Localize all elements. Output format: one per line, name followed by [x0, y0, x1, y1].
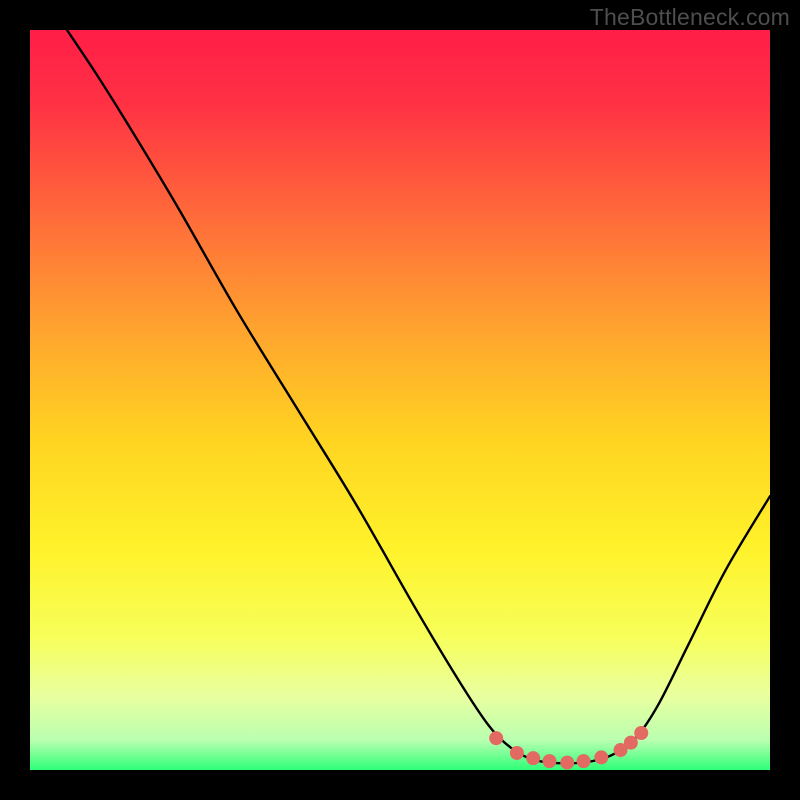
chart-plot [0, 0, 800, 800]
sweet-spot-dot [560, 756, 574, 770]
sweet-spot-dot [634, 726, 648, 740]
sweet-spot-dot [489, 731, 503, 745]
chart-frame: { "watermark": "TheBottleneck.com", "cha… [0, 0, 800, 800]
sweet-spot-dot [594, 750, 608, 764]
sweet-spot-dot [510, 746, 524, 760]
watermark-text: TheBottleneck.com [590, 4, 790, 31]
sweet-spot-dot [577, 754, 591, 768]
sweet-spot-dot [624, 736, 638, 750]
sweet-spot-dot [526, 751, 540, 765]
gradient-background [30, 30, 770, 770]
sweet-spot-dot [542, 754, 556, 768]
